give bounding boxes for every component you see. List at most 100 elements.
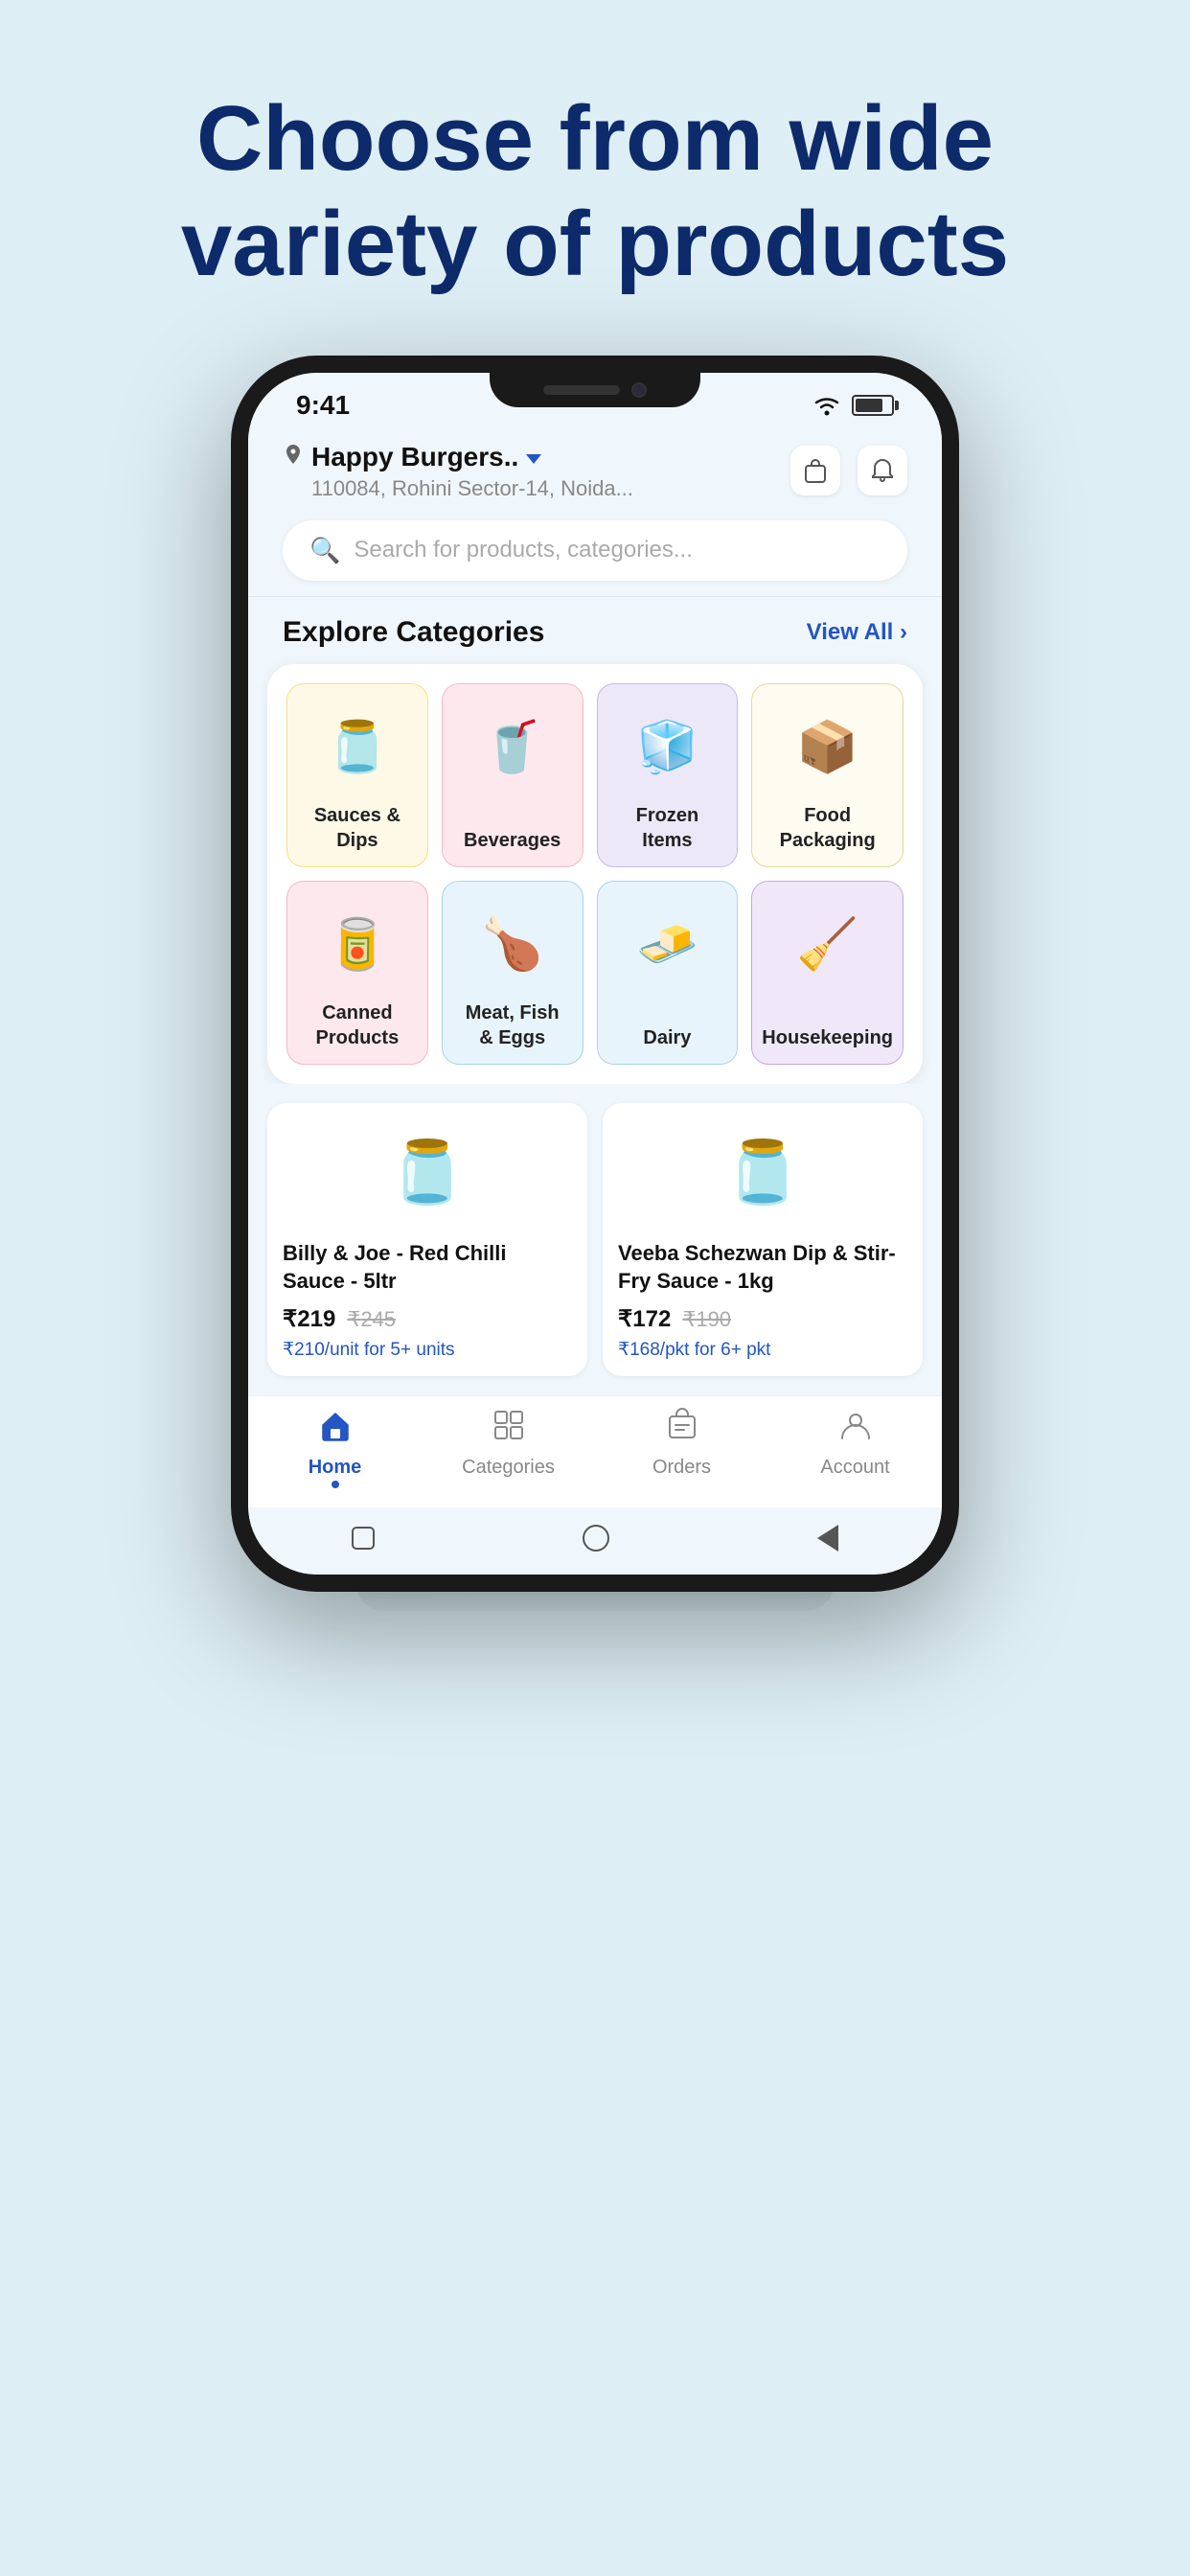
phone-frame: 9:41 (231, 356, 959, 1592)
category-label-meat: Meat, Fish& Eggs (466, 1000, 560, 1050)
status-time: 9:41 (296, 390, 350, 421)
search-bar[interactable]: 🔍 Search for products, categories... (283, 520, 907, 581)
sauces-emoji: 🫙 (327, 723, 389, 772)
category-image-packaging: 📦 (762, 700, 893, 795)
category-label-dairy: Dairy (643, 1025, 691, 1050)
bell-icon (870, 457, 895, 484)
categories-grid: 🫙 Sauces &Dips 🥤 Beverages (286, 683, 904, 1065)
category-label-beverages: Beverages (464, 828, 561, 853)
product-bulk-price-2: ₹168/pkt for 6+ pkt (618, 1339, 907, 1361)
product-price-current-1: ₹219 (283, 1305, 335, 1333)
categories-card: 🫙 Sauces &Dips 🥤 Beverages (267, 664, 923, 1084)
product-price-original-2: ₹190 (682, 1307, 731, 1332)
home-nav-icon (318, 1408, 353, 1451)
header-icons (790, 446, 907, 495)
search-icon: 🔍 (309, 536, 340, 565)
view-all-link[interactable]: View All › (807, 619, 907, 646)
nav-item-account[interactable]: Account (808, 1408, 904, 1488)
category-image-meat: 🍗 (452, 897, 573, 993)
nav-label-account: Account (820, 1457, 889, 1479)
search-bar-wrapper: 🔍 Search for products, categories... (248, 511, 942, 596)
nav-item-home[interactable]: Home (287, 1408, 383, 1488)
category-label-sauces: Sauces &Dips (314, 803, 400, 853)
category-image-dairy: 🧈 (607, 897, 728, 993)
phone-screen: 9:41 (248, 373, 942, 1575)
product-price-original-1: ₹245 (347, 1307, 396, 1332)
search-placeholder-text: Search for products, categories... (354, 537, 693, 564)
location-name: Happy Burgers.. (311, 442, 518, 472)
bell-icon-button[interactable] (858, 446, 907, 495)
product-card-1[interactable]: 🫙 Billy & Joe - Red Chilli Sauce - 5ltr … (267, 1103, 587, 1376)
app-header: Happy Burgers.. 110084, Rohini Sector-14… (248, 428, 942, 511)
orders-icon-button[interactable] (790, 446, 840, 495)
category-label-frozen: FrozenItems (636, 803, 699, 853)
category-item-housekeeping[interactable]: 🧹 Housekeeping (751, 881, 904, 1065)
category-label-housekeeping: Housekeeping (762, 1025, 893, 1050)
product-image-icon-2: 🫙 (724, 1137, 801, 1208)
front-camera (631, 382, 647, 398)
location-pin-icon (283, 445, 304, 470)
headline-line2: variety of products (181, 193, 1009, 295)
nav-label-home: Home (309, 1457, 362, 1479)
page-headline: Choose from wide variety of products (124, 86, 1066, 298)
nav-item-orders[interactable]: Orders (634, 1408, 730, 1488)
category-item-food-packaging[interactable]: 📦 FoodPackaging (751, 683, 904, 867)
section-header: Explore Categories View All › (248, 597, 942, 664)
product-price-row-1: ₹219 ₹245 (283, 1305, 572, 1333)
speaker (543, 385, 620, 395)
headline-line1: Choose from wide (196, 87, 994, 190)
products-section: 🫙 Billy & Joe - Red Chilli Sauce - 5ltr … (248, 1084, 942, 1376)
orders-nav-icon (665, 1408, 699, 1451)
product-card-2[interactable]: 🫙 Veeba Schezwan Dip & Stir-Fry Sauce - … (603, 1103, 923, 1376)
category-item-sauces[interactable]: 🫙 Sauces &Dips (286, 683, 428, 867)
phone-mockup: 9:41 (231, 356, 959, 1592)
wifi-icon (812, 395, 842, 416)
product-price-current-2: ₹172 (618, 1305, 671, 1333)
location-block[interactable]: Happy Burgers.. 110084, Rohini Sector-14… (283, 442, 633, 501)
products-row: 🫙 Billy & Joe - Red Chilli Sauce - 5ltr … (267, 1103, 923, 1376)
beverages-emoji: 🥤 (481, 723, 543, 772)
android-recent-btn[interactable] (352, 1527, 375, 1550)
meat-emoji: 🍗 (481, 920, 543, 970)
product-image-1: 🫙 (283, 1120, 572, 1226)
android-home-btn[interactable] (583, 1525, 609, 1552)
location-chevron-icon (526, 454, 541, 464)
category-item-meat[interactable]: 🍗 Meat, Fish& Eggs (442, 881, 584, 1065)
battery-icon (852, 395, 894, 416)
category-image-beverages: 🥤 (452, 700, 573, 795)
product-image-2: 🫙 (618, 1120, 907, 1226)
category-label-packaging: FoodPackaging (780, 803, 876, 853)
section-title: Explore Categories (283, 616, 544, 649)
nav-label-categories: Categories (462, 1457, 555, 1479)
category-item-beverages[interactable]: 🥤 Beverages (442, 683, 584, 867)
product-bulk-price-1: ₹210/unit for 5+ units (283, 1339, 572, 1361)
bottom-nav: Home Categories (248, 1395, 942, 1507)
category-image-sauces: 🫙 (297, 700, 418, 795)
nav-label-orders: Orders (652, 1457, 711, 1479)
category-item-canned[interactable]: 🥫 CannedProducts (286, 881, 428, 1065)
shopping-bag-icon (803, 457, 828, 484)
phone-notch (490, 373, 700, 407)
category-image-canned: 🥫 (297, 897, 418, 993)
nav-item-categories[interactable]: Categories (461, 1408, 557, 1488)
account-nav-icon (838, 1408, 873, 1451)
housekeeping-emoji: 🧹 (796, 920, 858, 970)
product-price-row-2: ₹172 ₹190 (618, 1305, 907, 1333)
nav-active-dot (332, 1481, 339, 1488)
category-image-frozen: 🧊 (607, 700, 728, 795)
status-icons (812, 395, 894, 416)
canned-emoji: 🥫 (327, 920, 389, 970)
category-label-canned: CannedProducts (316, 1000, 400, 1050)
categories-nav-icon (492, 1408, 526, 1451)
location-address: 110084, Rohini Sector-14, Noida... (311, 476, 633, 501)
category-item-frozen[interactable]: 🧊 FrozenItems (597, 683, 739, 867)
dairy-emoji: 🧈 (636, 920, 698, 970)
category-image-housekeeping: 🧹 (762, 897, 893, 993)
category-item-dairy[interactable]: 🧈 Dairy (597, 881, 739, 1065)
product-name-2: Veeba Schezwan Dip & Stir-Fry Sauce - 1k… (618, 1239, 907, 1296)
android-nav (248, 1507, 942, 1575)
frozen-emoji: 🧊 (636, 723, 698, 772)
android-back-btn[interactable] (817, 1525, 838, 1552)
packaging-emoji: 📦 (796, 723, 858, 772)
product-image-icon-1: 🫙 (389, 1137, 466, 1208)
